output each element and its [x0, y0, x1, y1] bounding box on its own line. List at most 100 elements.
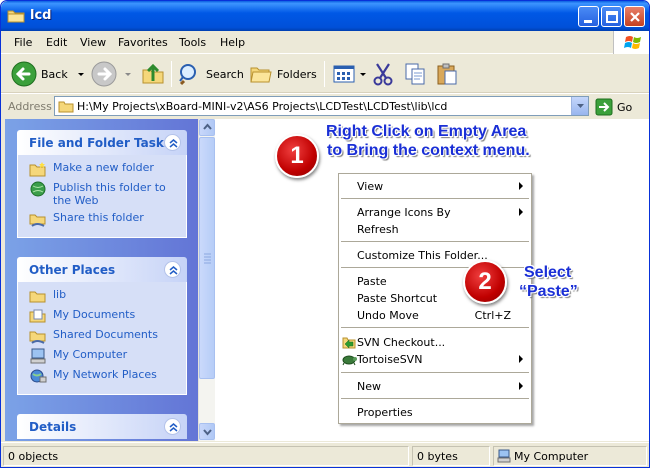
folder-icon: [58, 101, 74, 113]
task-make-new-folder[interactable]: Make a new folder: [18, 161, 186, 181]
scroll-up-button[interactable]: [199, 119, 215, 136]
shared-folder-icon: [29, 331, 46, 344]
chevron-down-icon[interactable]: [358, 69, 368, 79]
status-location: My Computer: [493, 446, 647, 466]
menu-item-customize[interactable]: Customize This Folder...: [357, 249, 488, 262]
menu-separator: [341, 372, 529, 373]
computer-icon: [497, 449, 511, 463]
menu-bar: File Edit View Favorites Tools Help: [1, 31, 649, 54]
menu-separator: [341, 241, 529, 242]
address-label: Address: [8, 100, 52, 113]
search-icon: [179, 64, 196, 86]
forward-button[interactable]: [91, 59, 133, 89]
network-globe-icon: [30, 369, 47, 383]
callout-step-1-line-2: to Bring the context menu.: [327, 142, 530, 159]
place-my-documents[interactable]: My Documents: [18, 308, 186, 328]
menu-item-paste-shortcut[interactable]: Paste Shortcut: [357, 292, 437, 305]
paste-button[interactable]: [435, 59, 459, 89]
address-input[interactable]: H:\My Projects\xBoard-MINI-v2\AS6 Projec…: [54, 96, 589, 116]
minimize-button[interactable]: [578, 6, 599, 27]
place-shared-documents[interactable]: Shared Documents: [18, 328, 186, 348]
menu-item-paste[interactable]: Paste: [357, 275, 387, 288]
step-badge-2: 2: [463, 260, 507, 304]
panel-header[interactable]: Details: [17, 414, 187, 439]
grip-icon: [204, 253, 211, 264]
other-places-panel: Other Places lib My Documents Shared Doc…: [17, 257, 187, 395]
submenu-arrow-icon: [519, 355, 523, 363]
chevron-down-icon[interactable]: [76, 69, 86, 79]
submenu-arrow-icon: [519, 208, 523, 216]
go-arrow-icon: [595, 98, 613, 116]
menu-favorites[interactable]: Favorites: [118, 36, 168, 49]
task-publish-web[interactable]: Publish this folder to the Web: [18, 181, 186, 211]
task-share-folder[interactable]: Share this folder: [18, 211, 186, 231]
details-panel: Details: [17, 414, 187, 439]
menu-edit[interactable]: Edit: [46, 36, 67, 49]
menu-item-properties[interactable]: Properties: [357, 406, 413, 419]
context-menu: View Arrange Icons By Refresh Customize …: [338, 173, 532, 424]
chevron-down-icon[interactable]: [123, 69, 133, 79]
views-button[interactable]: [332, 59, 368, 89]
panel-header[interactable]: File and Folder Tasks: [17, 130, 187, 155]
menu-item-view[interactable]: View: [357, 180, 383, 193]
place-my-network[interactable]: My Network Places: [18, 368, 186, 388]
search-button[interactable]: Search: [178, 59, 244, 89]
menu-separator: [341, 327, 529, 328]
clipboard-icon: [437, 63, 457, 85]
place-my-computer[interactable]: My Computer: [18, 348, 186, 368]
submenu-arrow-icon: [519, 182, 523, 190]
panel-header[interactable]: Other Places: [17, 257, 187, 282]
callout-step-1-line-1: Right Click on Empty Area: [326, 123, 527, 140]
svn-checkout-icon: [342, 337, 356, 349]
title-bar[interactable]: lcd: [1, 1, 649, 31]
task-pane-scrollbar[interactable]: [198, 119, 215, 441]
collapse-button[interactable]: [164, 261, 181, 278]
cut-button[interactable]: [371, 59, 395, 89]
submenu-arrow-icon: [519, 382, 523, 390]
tortoise-icon: [342, 355, 357, 366]
up-folder-button[interactable]: [141, 59, 165, 89]
toolbar-separator: [324, 61, 325, 87]
scroll-thumb[interactable]: [199, 137, 215, 379]
scroll-down-button[interactable]: [199, 423, 215, 440]
scissors-icon: [373, 63, 393, 86]
menu-item-undo-move[interactable]: Undo Move: [357, 309, 419, 322]
menu-tools[interactable]: Tools: [179, 36, 206, 49]
callout-step-2-line-2: “Paste”: [519, 283, 578, 300]
status-bar: 0 objects 0 bytes My Computer: [1, 442, 649, 467]
menu-view[interactable]: View: [80, 36, 106, 49]
menu-item-tortoisesvn[interactable]: TortoiseSVN: [357, 353, 422, 366]
menu-item-refresh[interactable]: Refresh: [357, 223, 399, 236]
documents-folder-icon: [29, 309, 46, 323]
go-button[interactable]: Go: [595, 97, 632, 117]
back-arrow-icon: [11, 61, 37, 87]
menu-item-new[interactable]: New: [357, 380, 381, 393]
maximize-button[interactable]: [601, 6, 622, 27]
folders-button[interactable]: Folders: [249, 59, 317, 89]
maximize-icon: [606, 11, 618, 23]
undo-shortcut: Ctrl+Z: [474, 309, 511, 322]
collapse-button[interactable]: [164, 134, 181, 151]
new-folder-icon: [29, 162, 46, 177]
share-folder-icon: [29, 214, 46, 227]
menu-help[interactable]: Help: [220, 36, 245, 49]
copy-button[interactable]: [403, 59, 427, 89]
menu-item-svn-checkout[interactable]: SVN Checkout...: [357, 336, 445, 349]
minimize-icon: [584, 20, 592, 23]
folder-icon: [7, 10, 25, 23]
menu-item-arrange-icons[interactable]: Arrange Icons By: [357, 206, 451, 219]
place-lib[interactable]: lib: [18, 288, 186, 308]
chevron-up-icon: [169, 423, 178, 432]
close-button[interactable]: [624, 6, 645, 27]
windows-logo-icon: [613, 31, 649, 54]
back-button[interactable]: Back: [11, 59, 86, 89]
callout-step-2-line-1: Select: [524, 264, 572, 281]
address-dropdown-button[interactable]: [571, 97, 588, 115]
copy-icon: [405, 63, 425, 85]
expand-button[interactable]: [164, 418, 181, 435]
file-folder-tasks-panel: File and Folder Tasks Make a new folder …: [17, 130, 187, 238]
task-pane: File and Folder Tasks Make a new folder …: [5, 119, 198, 441]
menu-file[interactable]: File: [14, 36, 32, 49]
address-bar: Address H:\My Projects\xBoard-MINI-v2\AS…: [1, 93, 649, 118]
menu-separator: [341, 398, 529, 399]
